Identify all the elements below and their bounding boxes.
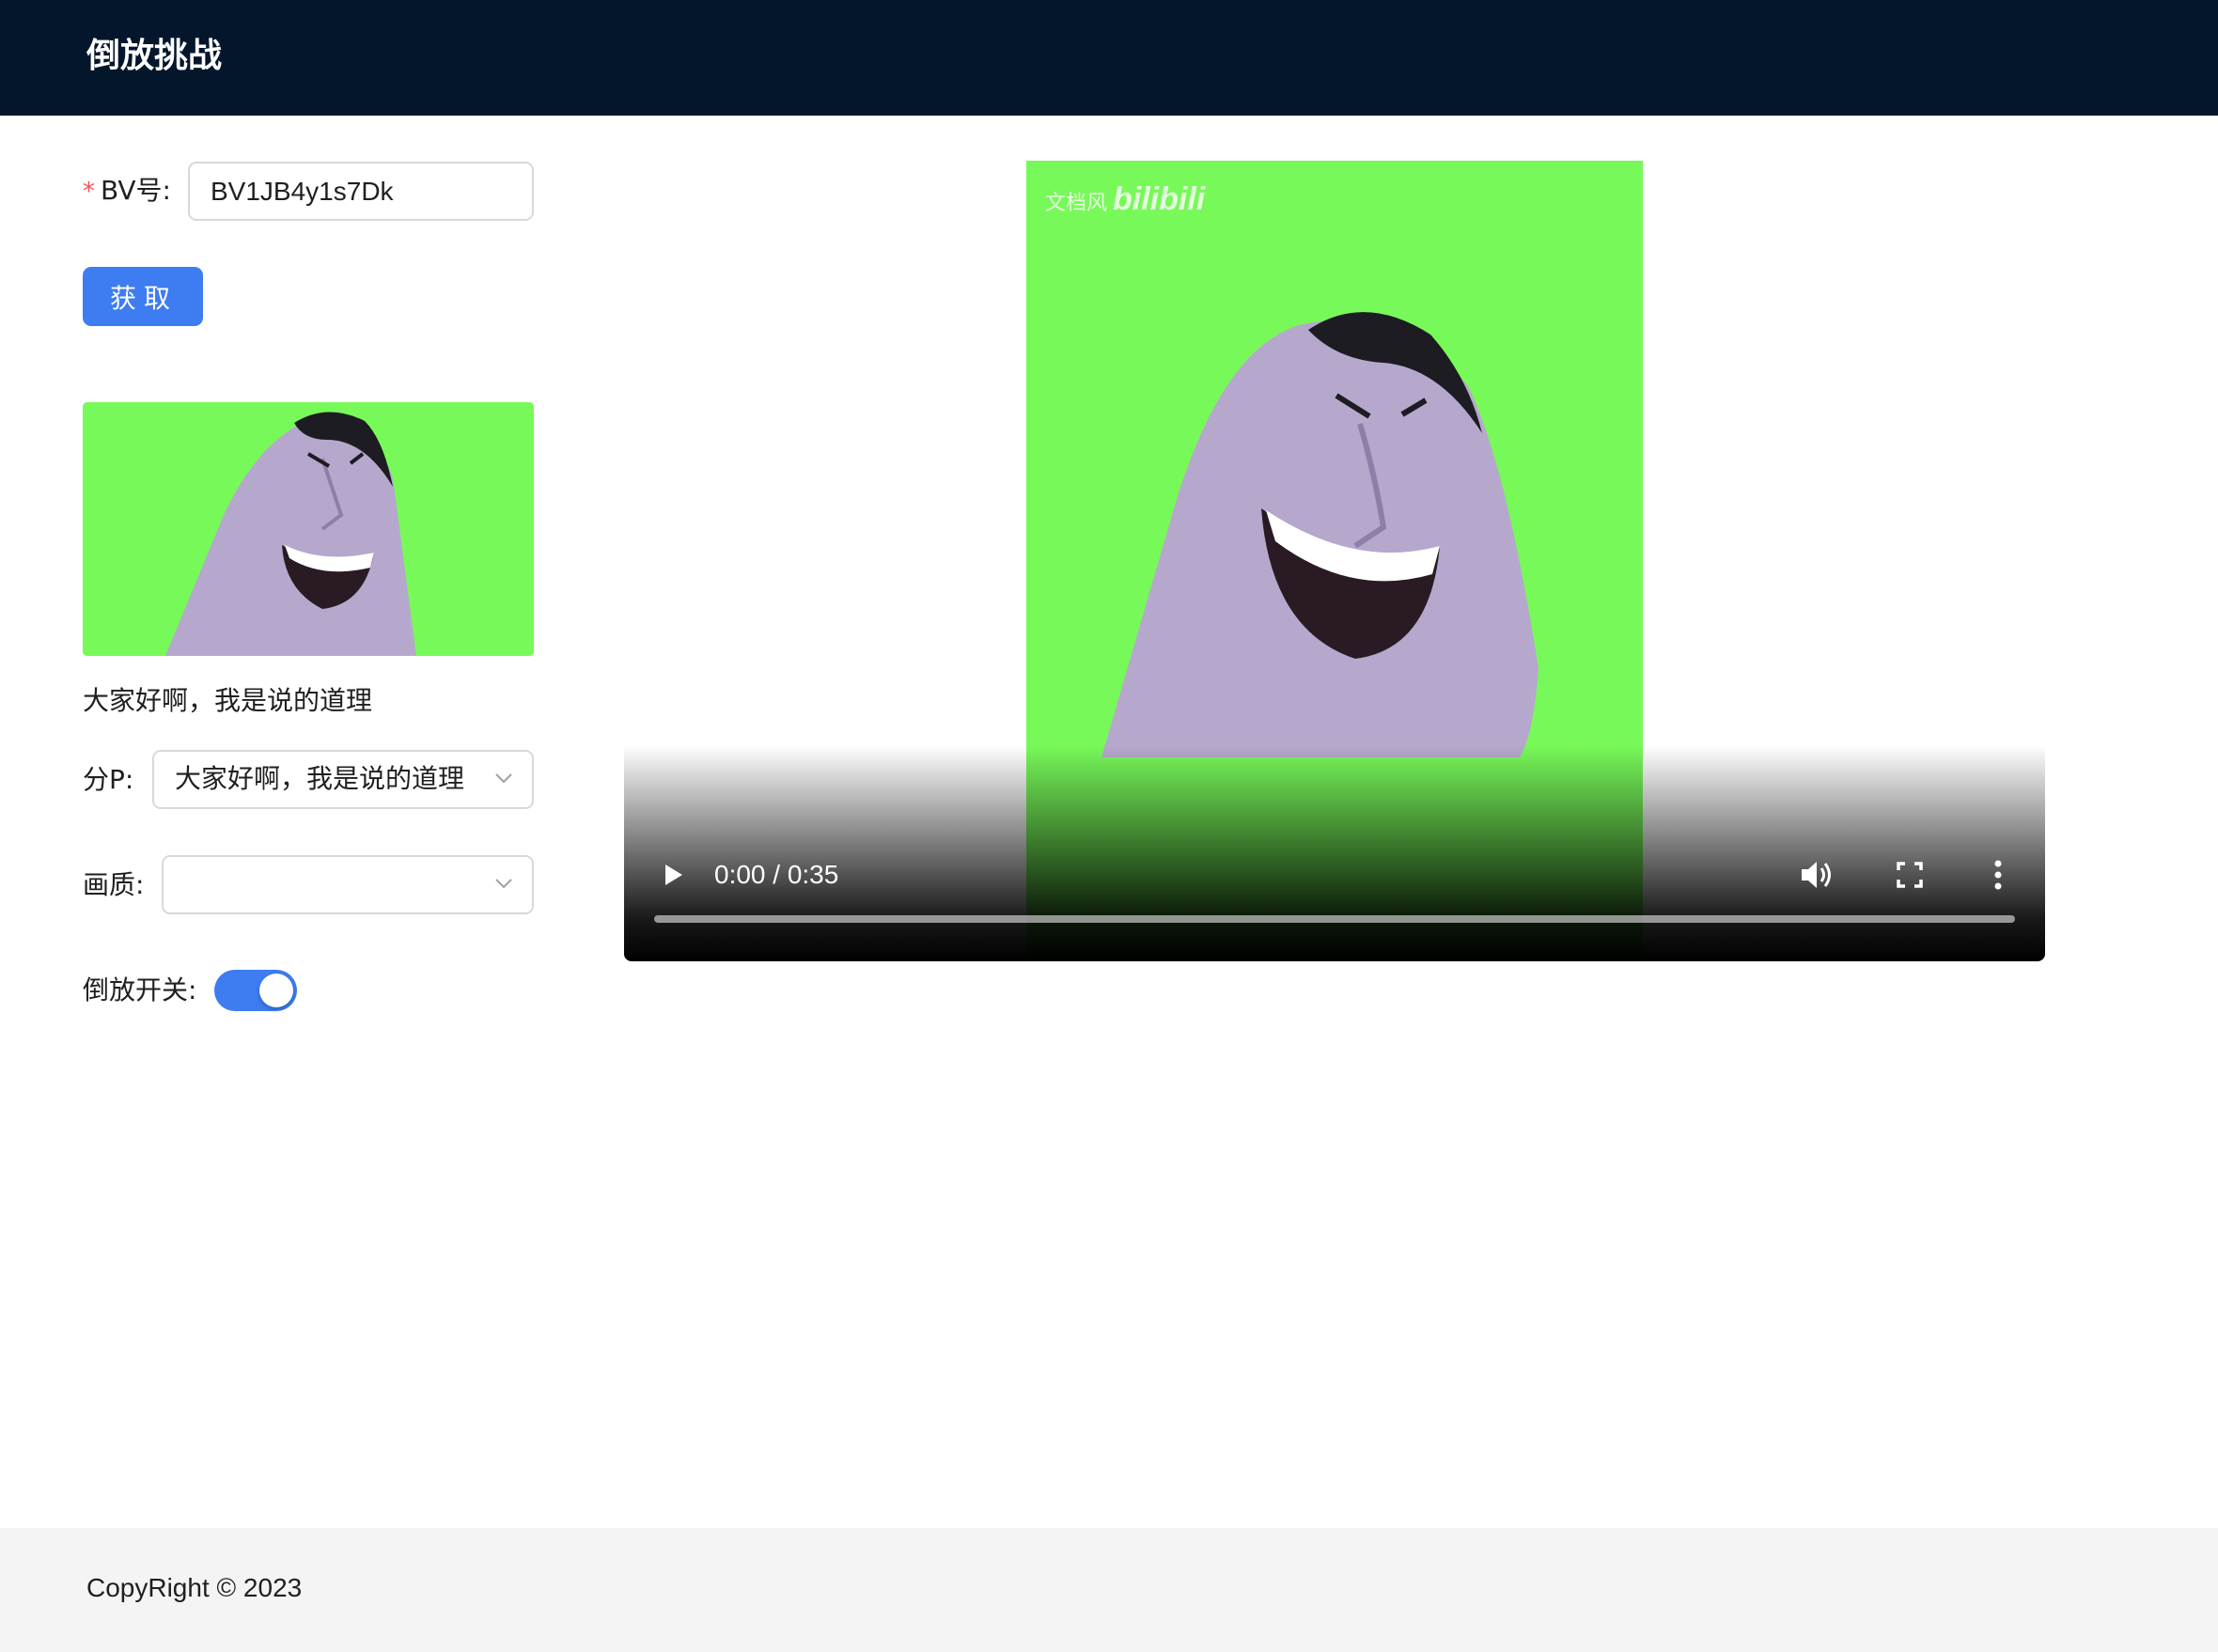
thumbnail-image [83, 402, 534, 656]
watermark-logo: bilibili [1113, 181, 1206, 217]
chevron-down-icon [495, 879, 512, 889]
video-title: 大家好啊，我是说的道理 [83, 685, 373, 716]
more-options-icon[interactable] [1987, 858, 2009, 892]
chevron-down-icon [495, 773, 512, 784]
controls-gradient [624, 745, 2045, 961]
fetch-button[interactable]: 获取 [83, 267, 203, 326]
bv-label: BV号: [101, 175, 171, 206]
part-label: 分P: [83, 764, 134, 795]
volume-icon[interactable] [1799, 858, 1835, 892]
video-thumbnail [83, 402, 534, 656]
reverse-label: 倒放开关: [83, 974, 197, 1005]
progress-bar[interactable] [654, 915, 2015, 923]
time-display: 0:00 / 0:35 [714, 860, 839, 889]
play-icon[interactable] [658, 860, 688, 890]
video-player[interactable]: 文档风 bilibili 0:00 / 0:35 [624, 161, 2045, 961]
reverse-toggle[interactable] [214, 970, 297, 1011]
quality-label: 画质: [83, 869, 145, 900]
part-select-value: 大家好啊，我是说的道理 [175, 763, 465, 794]
app-header: 倒放挑战 [0, 0, 2218, 116]
quality-select[interactable] [162, 855, 534, 914]
toggle-knob [259, 974, 293, 1007]
fullscreen-icon[interactable] [1895, 860, 1925, 890]
video-watermark: 文档风 bilibili [1045, 181, 1205, 218]
copyright-text: CopyRight © 2023 [86, 1573, 303, 1602]
bv-input[interactable] [188, 162, 534, 221]
watermark-text: 文档风 [1045, 192, 1108, 215]
page-footer: CopyRight © 2023 [0, 1528, 2218, 1652]
part-select[interactable]: 大家好啊，我是说的道理 [152, 750, 534, 809]
app-title: 倒放挑战 [86, 37, 223, 75]
bv-label-wrap: * BV号: [83, 172, 171, 210]
required-star-icon: * [83, 178, 95, 206]
